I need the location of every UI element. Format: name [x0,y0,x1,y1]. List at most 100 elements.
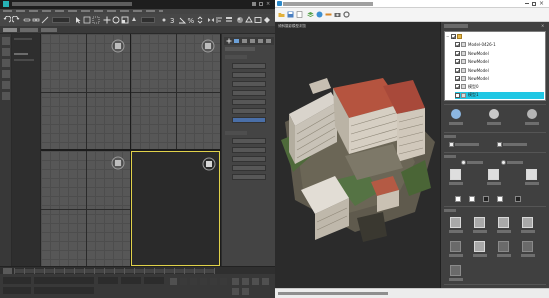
new-icon[interactable] [296,11,303,18]
model-viewport[interactable]: 倾斜摄影模型浏览 [275,22,441,288]
align-icon[interactable] [216,16,224,24]
viewcube-icon[interactable] [111,39,125,53]
tree-item-checkbox[interactable] [455,50,460,56]
tree-item[interactable]: 模型1 [455,91,544,99]
maximize-icon[interactable] [532,2,536,6]
play-icon[interactable] [200,278,207,285]
zoom-icon[interactable] [232,278,239,285]
geometry-icon[interactable] [2,59,10,67]
pivot-icon[interactable] [160,16,168,24]
tree-item[interactable]: − [446,33,544,40]
command-button[interactable] [232,138,266,144]
redo-icon[interactable] [12,16,20,24]
process-tool-button[interactable] [519,216,537,234]
process-tool-button[interactable] [447,264,465,282]
tree-item[interactable]: Model-0426-1 [455,41,544,48]
tree-item[interactable]: NewModel [455,50,544,57]
process-tool-button[interactable] [495,240,513,258]
edit-tool-button[interactable] [485,168,503,186]
command-button[interactable] [232,156,266,162]
tree-item-checkbox[interactable] [455,59,460,65]
process-tool-button[interactable] [519,240,537,258]
ribbon-tab[interactable] [41,28,57,32]
previous-frame-icon[interactable] [190,278,197,285]
process-tool-button[interactable] [447,216,465,234]
tree-item-checkbox[interactable] [455,92,460,98]
minimize-icon[interactable] [525,3,529,4]
command-button-4[interactable] [232,90,266,96]
move-icon[interactable] [103,16,111,24]
save-icon[interactable] [287,11,294,18]
orbit-icon[interactable] [252,278,259,285]
coordinate-y-field[interactable] [121,277,141,284]
walk-through-icon[interactable] [242,288,249,295]
globe-icon[interactable] [316,11,323,18]
camera-icon[interactable] [334,11,341,18]
region-select-icon[interactable] [92,16,100,24]
viewport-top[interactable] [41,34,130,149]
scene-list-item[interactable] [14,59,34,61]
color-swatch[interactable] [469,196,475,202]
utilities-tab-icon[interactable] [266,39,271,43]
display-tab-icon[interactable] [258,39,263,43]
command-button[interactable] [232,165,266,171]
bind-icon[interactable] [41,16,49,24]
command-button-5[interactable] [232,99,266,105]
viewcube-icon[interactable] [111,156,125,170]
select-object-icon[interactable] [74,16,82,24]
open-icon[interactable] [278,11,285,18]
key-mode-icon[interactable] [170,278,177,285]
scale-icon[interactable] [121,16,129,24]
display-icon[interactable] [2,48,10,56]
unlink-icon[interactable] [32,16,40,24]
edit-mode-option[interactable] [501,160,523,165]
reference-coordinate-dropdown[interactable] [141,17,155,23]
percent-snap-icon[interactable]: % [187,16,195,24]
script-listener[interactable] [3,277,31,284]
tree-item-checkbox[interactable] [455,76,460,81]
hierarchy-tab-icon[interactable] [242,39,247,43]
layers-icon[interactable] [307,11,314,18]
next-frame-icon[interactable] [210,278,217,285]
viewcube-icon[interactable] [202,157,216,171]
settings-icon[interactable] [343,11,350,18]
tree-item[interactable]: 模型0 [455,83,544,90]
tree-item[interactable]: NewModel [455,67,544,74]
ribbon-tab[interactable] [20,28,38,32]
filter-icon[interactable] [2,37,10,45]
render-icon[interactable] [263,16,271,24]
viewport-front[interactable] [131,34,220,149]
motion-tab-icon[interactable] [250,39,255,43]
maximize-icon[interactable] [259,2,263,6]
display-option[interactable] [449,142,479,147]
placement-icon[interactable] [130,16,138,24]
collapse-icon[interactable]: − [446,34,450,39]
oblique-photo-model[interactable] [275,22,441,288]
layers-icon[interactable] [225,16,233,24]
tree-item-checkbox[interactable] [455,42,460,48]
field-of-view-icon[interactable] [232,288,239,295]
tree-item[interactable]: NewModel [455,75,544,82]
coordinate-z-field[interactable] [144,277,164,284]
tree-item-checkbox[interactable] [451,34,456,39]
go-to-start-icon[interactable] [180,278,187,285]
color-swatch[interactable] [483,196,489,202]
model-tool-button[interactable] [447,108,465,128]
color-swatch[interactable] [515,196,521,202]
display-option[interactable] [497,142,527,147]
tree-item-checkbox[interactable] [455,84,460,90]
viewport-left[interactable] [41,151,130,266]
panel-close-icon[interactable]: × [541,24,546,28]
undo-icon[interactable] [3,16,11,24]
lights-icon[interactable] [2,81,10,89]
command-button-2[interactable] [232,72,266,78]
render-setup-icon[interactable] [245,16,253,24]
viewport-perspective[interactable] [131,151,220,266]
ribbon-tab[interactable] [3,28,17,32]
spinner-snap-icon[interactable] [196,16,204,24]
cameras-icon[interactable] [2,92,10,100]
select-by-name-icon[interactable] [83,16,91,24]
selection-filter-dropdown[interactable] [52,17,70,23]
shapes-icon[interactable] [2,70,10,78]
command-button-7[interactable] [232,117,266,123]
